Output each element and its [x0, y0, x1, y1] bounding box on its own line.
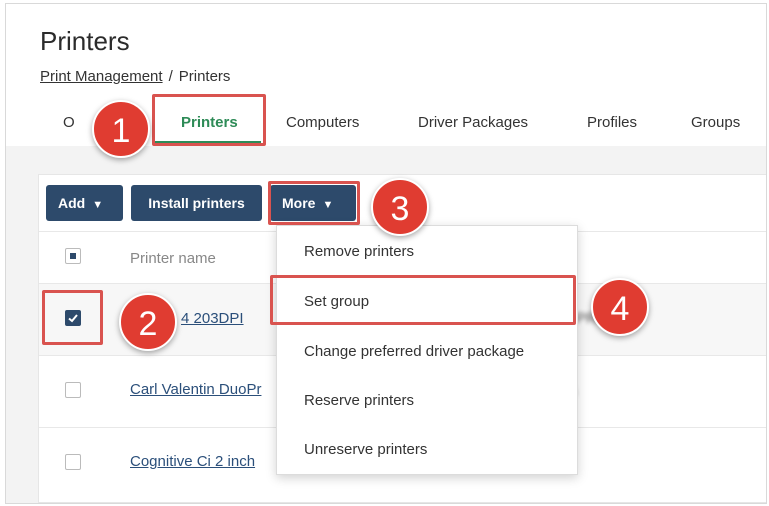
highlight-set-group	[270, 275, 576, 325]
highlight-row-checkbox	[42, 290, 103, 345]
printer-link[interactable]: Cognitive Ci 2 inch	[130, 453, 255, 470]
breadcrumb-print-management[interactable]: Print Management	[40, 68, 163, 85]
column-header-printer-name: Printer name	[130, 250, 216, 267]
breadcrumb-current: Printers	[178, 68, 231, 85]
highlight-more-button	[268, 181, 360, 225]
callout-step-2: 2	[119, 293, 177, 351]
callout-step-4: 4	[591, 278, 649, 336]
callout-step-3: 3	[371, 178, 429, 236]
printer-link[interactable]: Carl Valentin DuoPr	[130, 381, 261, 398]
callout-step-1: 1	[92, 100, 150, 158]
menu-item-reserve-printers[interactable]: Reserve printers	[304, 392, 414, 409]
tab-driver-packages[interactable]: Driver Packages	[418, 100, 528, 146]
menu-item-remove-printers[interactable]: Remove printers	[304, 243, 414, 260]
add-button-label: Add	[58, 195, 86, 211]
breadcrumb-separator: /	[168, 68, 173, 85]
highlight-printers-tab	[152, 94, 266, 146]
install-printers-button[interactable]: Install printers	[131, 185, 262, 221]
tab-profiles[interactable]: Profiles	[587, 100, 637, 146]
menu-item-change-preferred-driver[interactable]: Change preferred driver package	[304, 343, 524, 360]
page-title: Printers	[40, 26, 130, 56]
printer-link[interactable]: 4 203DPI	[181, 310, 244, 327]
tab-groups[interactable]: Groups	[691, 100, 740, 146]
menu-item-unreserve-printers[interactable]: Unreserve printers	[304, 441, 427, 458]
row-checkbox[interactable]	[65, 454, 81, 470]
more-menu-dropdown: Remove printers Set group Change preferr…	[276, 225, 578, 475]
app-frame: Printers Print Management / Printers O Pri…	[5, 3, 767, 504]
tab-computers[interactable]: Computers	[286, 100, 359, 146]
add-button[interactable]: Add ▼	[46, 185, 123, 221]
select-all-checkbox[interactable]	[65, 248, 81, 264]
breadcrumb: Print Management / Printers	[40, 68, 230, 85]
row-checkbox[interactable]	[65, 382, 81, 398]
tab-overview[interactable]: O	[63, 100, 75, 146]
chevron-down-icon: ▼	[92, 199, 104, 211]
